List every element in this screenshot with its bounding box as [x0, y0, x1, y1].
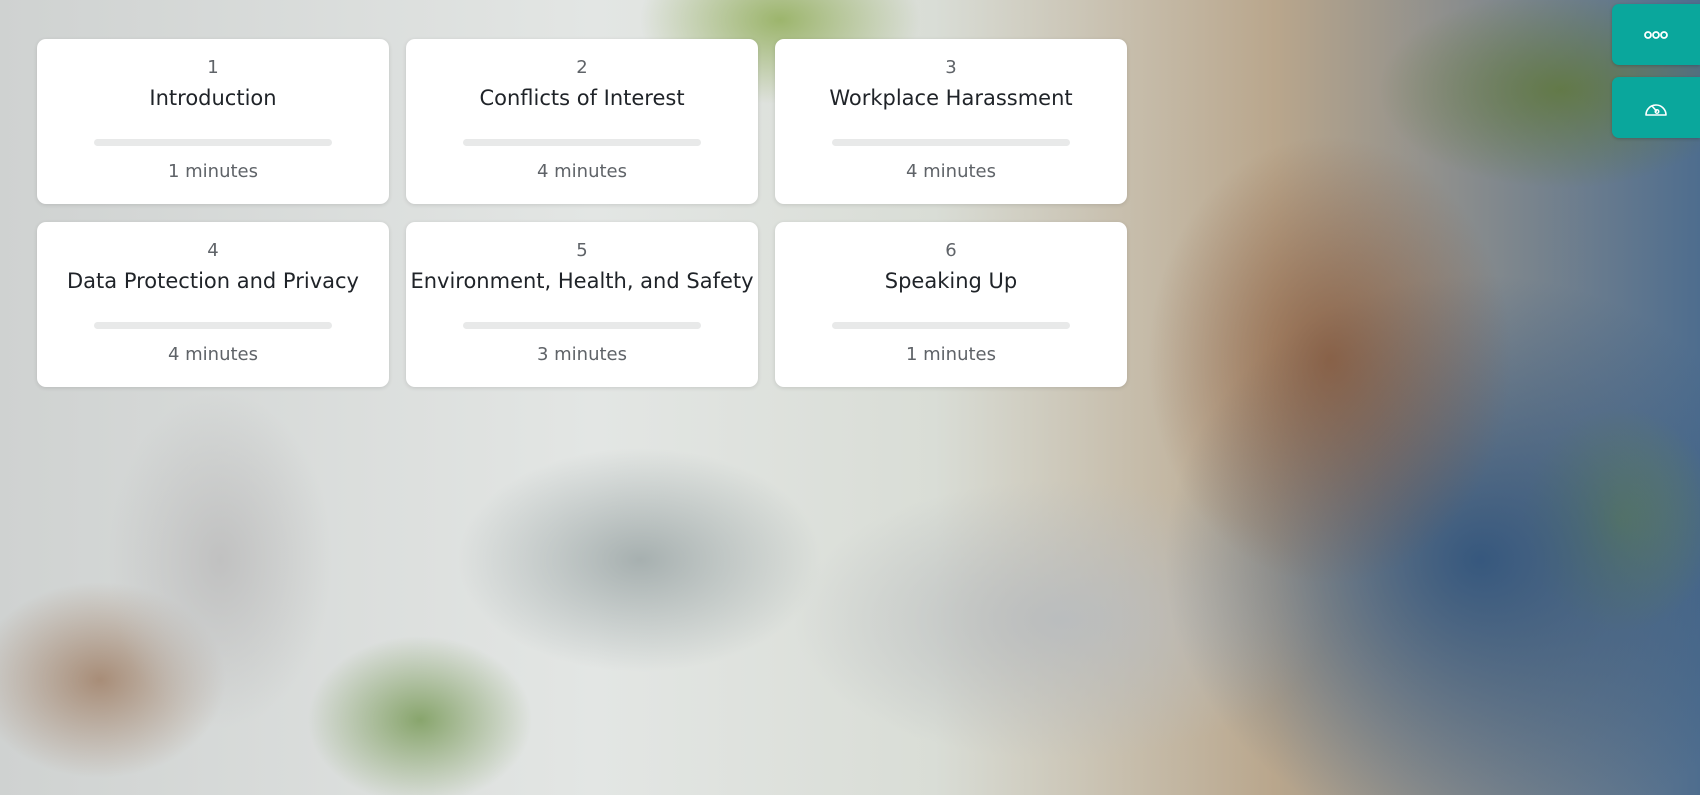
lesson-title: Conflicts of Interest [479, 86, 685, 110]
lesson-number: 5 [576, 240, 588, 261]
lesson-duration: 4 minutes [905, 161, 997, 182]
lesson-number: 1 [207, 57, 219, 78]
lesson-card[interactable]: 6 Speaking Up 1 minutes [775, 222, 1127, 387]
lesson-number: 6 [945, 240, 957, 261]
lesson-title: Introduction [149, 86, 277, 110]
lesson-number: 4 [207, 240, 219, 261]
lesson-progress-bar [463, 139, 701, 146]
lesson-title: Speaking Up [884, 269, 1018, 293]
lesson-duration: 1 minutes [905, 344, 997, 365]
more-circles-icon [1644, 30, 1668, 40]
lesson-title: Data Protection and Privacy [67, 269, 359, 293]
lesson-card[interactable]: 5 Environment, Health, and Safety 3 minu… [406, 222, 758, 387]
progress-gauge-button[interactable] [1612, 77, 1700, 138]
lesson-progress-bar [463, 322, 701, 329]
lesson-grid: 1 Introduction 1 minutes 2 Conflicts of … [37, 39, 1127, 387]
lesson-duration: 4 minutes [536, 161, 628, 182]
lesson-card[interactable]: 4 Data Protection and Privacy 4 minutes [37, 222, 389, 387]
lesson-progress-bar [94, 322, 332, 329]
lesson-progress-bar [832, 139, 1070, 146]
menu-button[interactable] [1612, 4, 1700, 65]
lesson-title: Workplace Harassment [829, 86, 1073, 110]
lesson-card[interactable]: 1 Introduction 1 minutes [37, 39, 389, 204]
lesson-duration: 3 minutes [536, 344, 628, 365]
lesson-number: 3 [945, 57, 957, 78]
gauge-icon [1644, 98, 1668, 118]
lesson-progress-bar [832, 322, 1070, 329]
lesson-progress-bar [94, 139, 332, 146]
lesson-card[interactable]: 3 Workplace Harassment 4 minutes [775, 39, 1127, 204]
lesson-card[interactable]: 2 Conflicts of Interest 4 minutes [406, 39, 758, 204]
lesson-duration: 4 minutes [167, 344, 259, 365]
lesson-duration: 1 minutes [167, 161, 259, 182]
lesson-title: Environment, Health, and Safety [410, 269, 754, 293]
lesson-number: 2 [576, 57, 588, 78]
